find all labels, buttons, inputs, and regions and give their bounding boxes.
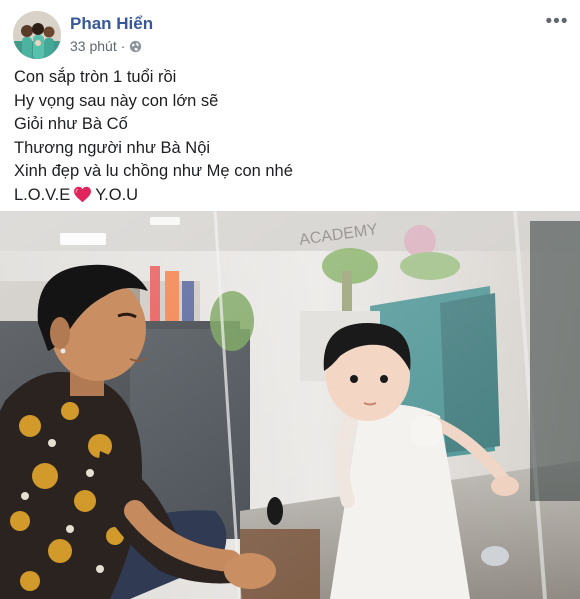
author-name[interactable]: Phan Hiển: [70, 14, 153, 34]
post-line-love: L.O.V.E Y.O.U: [14, 184, 566, 208]
post-header: Phan Hiển 33 phút · •••: [0, 0, 580, 62]
post-text: Con sắp tròn 1 tuổi rồi Hy vọng sau này …: [14, 66, 566, 208]
post-line: Con sắp tròn 1 tuổi rồi: [14, 68, 177, 86]
post-line: Xinh đẹp và lu chồng như Mẹ con nhé: [14, 162, 293, 181]
red-heart-icon: [74, 186, 92, 203]
post-photo[interactable]: ACADEMY: [0, 211, 580, 599]
more-options-button[interactable]: •••: [544, 10, 570, 32]
you-text: Y.O.U: [95, 185, 139, 204]
post-line: Hy vọng sau này con lớn sẽ: [14, 91, 219, 110]
post-time[interactable]: 33 phút: [70, 38, 117, 54]
more-options-icon: •••: [545, 10, 569, 32]
meta-separator: ·: [120, 38, 126, 54]
post-line: Thương người như Bà Nội: [14, 138, 211, 157]
globe-icon[interactable]: [129, 40, 142, 53]
avatar-image: [13, 11, 61, 59]
post-line: Giỏi như Bà Cố: [14, 115, 128, 134]
avatar[interactable]: [13, 11, 61, 59]
photo-scene: ACADEMY: [0, 211, 580, 599]
love-text: L.O.V.E: [14, 185, 71, 204]
post-meta: 33 phút ·: [70, 38, 142, 54]
